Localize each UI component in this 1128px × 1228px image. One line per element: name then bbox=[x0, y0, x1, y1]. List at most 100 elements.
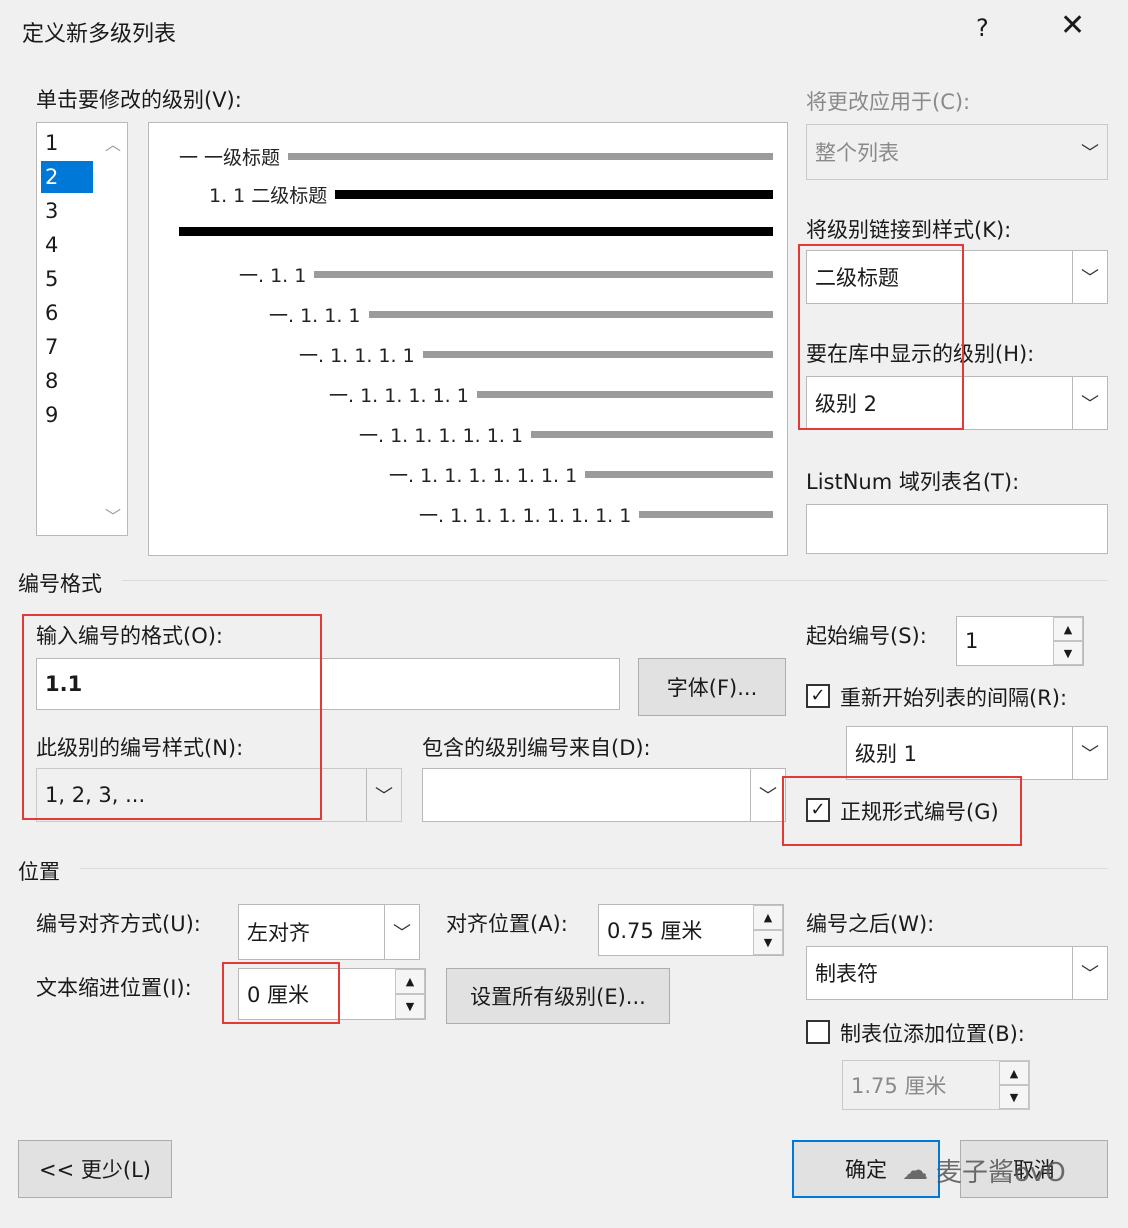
level-list-label: 单击要修改的级别(V): bbox=[36, 88, 242, 112]
follow-label: 编号之后(W): bbox=[806, 912, 935, 936]
divider bbox=[80, 868, 1108, 869]
chevron-down-icon: ﹀ bbox=[1072, 947, 1107, 999]
preview-row-text: 一. 1. 1. 1. 1 bbox=[299, 345, 415, 367]
include-label: 包含的级别编号来自(D): bbox=[422, 736, 651, 760]
level-item[interactable]: 3 bbox=[41, 195, 93, 227]
preview-row: 一. 1. 1. 1. 1. 1 bbox=[329, 381, 773, 408]
preview-row-text: 一. 1. 1. 1 bbox=[269, 305, 361, 327]
chevron-down-icon: ﹀ bbox=[1081, 143, 1099, 164]
preview-line bbox=[639, 511, 773, 518]
apply-to-label: 将更改应用于(C): bbox=[806, 90, 971, 114]
level-item[interactable]: 9 bbox=[41, 399, 93, 431]
watermark: ☁ 麦子酱ovO bbox=[902, 1152, 1066, 1189]
start-label: 起始编号(S): bbox=[806, 624, 927, 648]
chevron-down-icon: ﹀ bbox=[1072, 727, 1107, 779]
align-label: 编号对齐方式(U): bbox=[36, 912, 201, 936]
spin-down-icon[interactable]: ▼ bbox=[999, 1085, 1029, 1109]
chevron-down-icon: ﹀ bbox=[384, 905, 419, 959]
chevron-down-icon: ﹀ bbox=[366, 769, 401, 821]
preview-row-text: 一. 1. 1. 1. 1. 1. 1. 1 bbox=[389, 465, 578, 487]
follow-value: 制表符 bbox=[815, 962, 878, 986]
preview-row: 1. 1 二级标题 bbox=[209, 181, 773, 208]
preview-line bbox=[585, 471, 773, 478]
restart-checkbox[interactable]: ✓ bbox=[806, 684, 830, 708]
font-button[interactable]: 字体(F)... bbox=[638, 658, 786, 716]
chevron-down-icon: ﹀ bbox=[1072, 251, 1107, 303]
spin-up-icon[interactable]: ▲ bbox=[1053, 617, 1083, 641]
preview-line bbox=[179, 227, 773, 236]
apply-to-value: 整个列表 bbox=[815, 141, 899, 165]
level-item[interactable]: 4 bbox=[41, 229, 93, 261]
preview-row-text: 一. 1. 1 bbox=[239, 265, 307, 287]
level-item[interactable]: 7 bbox=[41, 331, 93, 363]
highlight-box bbox=[22, 614, 322, 820]
divider bbox=[122, 580, 1108, 581]
preview-row: 一. 1. 1. 1. 1. 1. 1 bbox=[359, 421, 773, 448]
preview-row: 一. 1. 1. 1 bbox=[269, 301, 773, 328]
preview-row: 一. 1. 1. 1. 1 bbox=[299, 341, 773, 368]
preview-line bbox=[476, 391, 773, 398]
set-all-levels-button[interactable]: 设置所有级别(E)... bbox=[446, 968, 670, 1024]
follow-select[interactable]: 制表符 ﹀ bbox=[806, 946, 1108, 1000]
preview-line bbox=[368, 311, 773, 318]
preview-row: 一. 1. 1. 1. 1. 1. 1. 1. 1 bbox=[419, 501, 773, 528]
align-value: 左对齐 bbox=[247, 921, 310, 945]
chevron-down-icon: ﹀ bbox=[750, 769, 785, 821]
apply-to-select[interactable]: 整个列表 ﹀ bbox=[806, 124, 1108, 180]
indent-label: 文本缩进位置(I): bbox=[36, 976, 192, 1000]
listnum-label: ListNum 域列表名(T): bbox=[806, 470, 1020, 494]
preview-pane: 一 一级标题 1. 1 二级标题一. 1. 1 一. 1. 1. 1 一. 1. 1.… bbox=[148, 122, 788, 556]
level-item[interactable]: 6 bbox=[41, 297, 93, 329]
spin-up-icon[interactable]: ▲ bbox=[395, 969, 425, 994]
preview-line bbox=[531, 431, 773, 438]
preview-row-text: 一 一级标题 bbox=[179, 147, 281, 169]
preview-line bbox=[288, 153, 773, 160]
preview-row: 一. 1. 1. 1. 1. 1. 1. 1 bbox=[389, 461, 773, 488]
chat-icon: ☁ bbox=[902, 1155, 928, 1186]
spin-up-icon[interactable]: ▲ bbox=[753, 905, 783, 930]
restart-label: 重新开始列表的间隔(R): bbox=[840, 686, 1068, 710]
spin-down-icon[interactable]: ▼ bbox=[395, 994, 425, 1019]
at-label: 对齐位置(A): bbox=[446, 912, 568, 936]
tab-value: 1.75 厘米 bbox=[851, 1074, 947, 1098]
restart-select[interactable]: 级别 1 ﹀ bbox=[846, 726, 1108, 780]
listnum-input[interactable] bbox=[806, 504, 1108, 554]
preview-row-text: 一. 1. 1. 1. 1. 1 bbox=[329, 385, 469, 407]
at-value: 0.75 厘米 bbox=[607, 919, 703, 943]
level-item[interactable]: 1 bbox=[41, 127, 93, 159]
preview-row bbox=[179, 227, 773, 236]
dialog-title: 定义新多级列表 bbox=[22, 22, 177, 47]
highlight-box bbox=[782, 776, 1022, 846]
include-select[interactable]: ﹀ bbox=[422, 768, 786, 822]
spin-down-icon[interactable]: ▼ bbox=[1053, 641, 1083, 665]
tab-checkbox[interactable] bbox=[806, 1020, 830, 1044]
position-section: 位置 bbox=[18, 860, 60, 884]
level-item[interactable]: 5 bbox=[41, 263, 93, 295]
preview-row-text: 一. 1. 1. 1. 1. 1. 1. 1. 1 bbox=[419, 505, 632, 527]
number-format-section: 编号格式 bbox=[18, 572, 102, 596]
chevron-down-icon: ﹀ bbox=[1072, 377, 1107, 429]
link-style-label: 将级别链接到样式(K): bbox=[806, 218, 1012, 242]
level-item[interactable]: 2 bbox=[41, 161, 93, 193]
preview-row-text: 一. 1. 1. 1. 1. 1. 1 bbox=[359, 425, 524, 447]
help-icon[interactable]: ? bbox=[976, 14, 989, 42]
at-stepper[interactable]: 0.75 厘米 ▲ ▼ bbox=[598, 904, 784, 956]
less-button[interactable]: << 更少(L) bbox=[18, 1140, 172, 1198]
close-icon[interactable]: ✕ bbox=[1060, 8, 1085, 43]
preview-line bbox=[422, 351, 773, 358]
tab-stepper[interactable]: 1.75 厘米 ▲ ▼ bbox=[842, 1060, 1030, 1110]
preview-row: 一. 1. 1 bbox=[239, 261, 773, 288]
highlight-box bbox=[222, 962, 340, 1024]
align-select[interactable]: 左对齐 ﹀ bbox=[238, 904, 420, 960]
spin-up-icon[interactable]: ▲ bbox=[999, 1061, 1029, 1085]
preview-row-text: 1. 1 二级标题 bbox=[209, 185, 328, 207]
scroll-down-icon[interactable]: ﹀ bbox=[105, 503, 121, 527]
preview-row: 一 一级标题 bbox=[179, 143, 773, 170]
spin-down-icon[interactable]: ▼ bbox=[753, 930, 783, 955]
start-value: 1 bbox=[965, 629, 979, 653]
highlight-box bbox=[798, 244, 964, 430]
level-listbox[interactable]: 123456789 ︿ ﹀ bbox=[36, 122, 128, 536]
scroll-up-icon[interactable]: ︿ bbox=[105, 131, 121, 155]
start-stepper[interactable]: 1 ▲ ▼ bbox=[956, 616, 1084, 666]
level-item[interactable]: 8 bbox=[41, 365, 93, 397]
